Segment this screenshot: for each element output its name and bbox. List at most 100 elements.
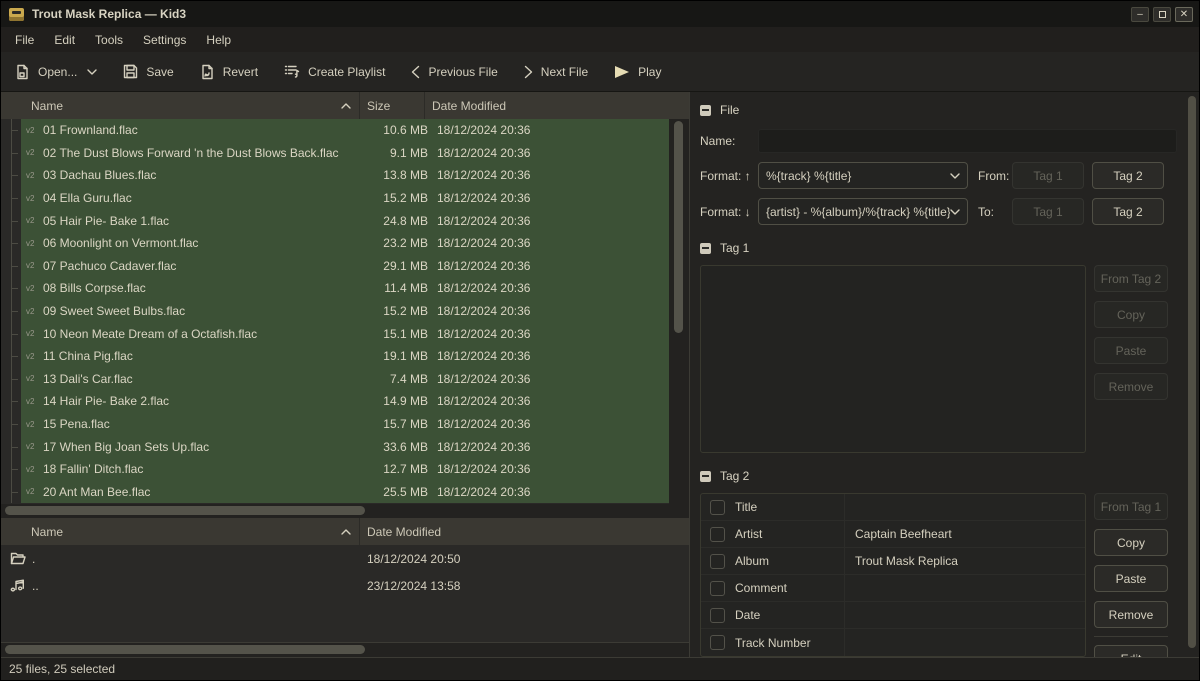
create-playlist-button[interactable]: Create Playlist [284,64,385,79]
tag1-copy-button: Copy [1094,301,1168,328]
file-date: 18/12/2024 20:36 [428,123,669,137]
column-date-label: Date Modified [432,99,506,113]
field-checkbox[interactable] [710,527,725,542]
column-header-date[interactable]: Date Modified [425,92,689,119]
tag2-from-tag-1-button: From Tag 1 [1094,493,1168,520]
file-size: 7.4 MB [368,372,428,386]
table-row[interactable]: v2 04 Ella Guru.flac 15.2 MB 18/12/2024 … [1,187,669,210]
file-name: 07 Pachuco Cadaver.flac [43,259,368,273]
file-date: 18/12/2024 20:36 [428,168,669,182]
file-list-horizontal-scrollbar[interactable] [1,504,689,518]
tag2-paste-button[interactable]: Paste [1094,565,1168,592]
table-row[interactable]: v2 13 Dali's Car.flac 7.4 MB 18/12/2024 … [1,368,669,391]
tag2-section-header[interactable]: Tag 2 [700,468,1177,484]
revert-button[interactable]: Revert [200,64,258,80]
tag-field-row-track-number[interactable]: Track Number [701,629,1085,656]
table-row[interactable]: v2 01 Frownland.flac 10.6 MB 18/12/2024 … [1,119,669,142]
file-date: 18/12/2024 20:36 [428,327,669,341]
format-to-tags-combobox[interactable]: {artist} - %{album}/%{track} %{title} [758,198,968,225]
field-value[interactable]: Captain Beefheart [845,527,1085,541]
table-row[interactable]: v2 03 Dachau Blues.flac 13.8 MB 18/12/20… [1,164,669,187]
tag-field-row-title[interactable]: Title [701,494,1085,521]
table-row[interactable]: v2 09 Sweet Sweet Bulbs.flac 15.2 MB 18/… [1,300,669,323]
tag2-edit-button[interactable]: Edit [1094,645,1168,657]
save-button[interactable]: Save [123,64,173,79]
table-row[interactable]: v2 18 Fallin' Ditch.flac 12.7 MB 18/12/2… [1,458,669,481]
column-header-date[interactable]: Date Modified [360,518,689,545]
sort-ascending-icon [341,103,351,109]
tag-pane-vertical-scrollbar[interactable] [1185,92,1199,657]
table-row[interactable]: v2 17 When Big Joan Sets Up.flac 33.6 MB… [1,435,669,458]
menu-item-tools[interactable]: Tools [85,30,133,50]
table-row[interactable]: v2 02 The Dust Blows Forward 'n the Dust… [1,142,669,165]
menu-item-file[interactable]: File [5,30,44,50]
tree-branch-icon [1,481,21,504]
table-row[interactable]: v2 08 Bills Corpse.flac 11.4 MB 18/12/20… [1,277,669,300]
table-row[interactable]: v2 11 China Pig.flac 19.1 MB 18/12/2024 … [1,345,669,368]
menu-item-settings[interactable]: Settings [133,30,196,50]
file-list-vertical-scrollbar[interactable] [669,119,689,504]
next-file-button[interactable]: Next File [524,65,588,79]
scrollbar-thumb[interactable] [5,506,365,515]
close-button[interactable]: ✕ [1175,7,1193,22]
tag-field-row-album[interactable]: Album Trout Mask Replica [701,548,1085,575]
table-row[interactable]: v2 10 Neon Meate Dream of a Octafish.fla… [1,322,669,345]
column-header-name[interactable]: Name [1,92,359,119]
tag1-section-header[interactable]: Tag 1 [700,240,1177,256]
scrollbar-thumb[interactable] [5,645,365,654]
directory-name: . [32,552,359,566]
table-row[interactable]: v2 05 Hair Pie- Bake 1.flac 24.8 MB 18/1… [1,209,669,232]
filename-input[interactable] [758,129,1177,153]
list-item[interactable]: . 18/12/2024 20:50 [1,545,689,572]
tag-field-row-comment[interactable]: Comment [701,575,1085,602]
table-row[interactable]: v2 15 Pena.flac 15.7 MB 18/12/2024 20:36 [1,413,669,436]
table-row[interactable]: v2 07 Pachuco Cadaver.flac 29.1 MB 18/12… [1,255,669,278]
tag-field-row-date[interactable]: Date [701,602,1085,629]
tag1-from-tag-2-button: From Tag 2 [1094,265,1168,292]
tag2-copy-button[interactable]: Copy [1094,529,1168,556]
tag2-remove-button[interactable]: Remove [1094,601,1168,628]
field-label: Artist [735,527,844,541]
minimize-button[interactable]: – [1131,7,1149,22]
column-header-name[interactable]: Name [1,518,359,545]
field-checkbox[interactable] [710,554,725,569]
collapse-icon[interactable] [700,471,711,482]
maximize-button[interactable] [1153,7,1171,22]
open-button[interactable]: Open... [15,64,97,80]
scrollbar-thumb[interactable] [674,121,683,333]
file-size: 14.9 MB [368,394,428,408]
from-label: From: [968,169,1012,183]
column-header-size[interactable]: Size [360,92,424,119]
chevron-right-icon [524,65,533,79]
filename-to-tag2-button[interactable]: Tag 2 [1092,198,1164,225]
menu-item-help[interactable]: Help [196,30,241,50]
filename-from-tag2-button[interactable]: Tag 2 [1092,162,1164,189]
collapse-icon[interactable] [700,243,711,254]
menubar: File Edit Tools Settings Help [1,27,1199,52]
table-row[interactable]: v2 06 Moonlight on Vermont.flac 23.2 MB … [1,232,669,255]
field-checkbox[interactable] [710,608,725,623]
collapse-icon[interactable] [700,105,711,116]
field-checkbox[interactable] [710,581,725,596]
tag-field-row-artist[interactable]: Artist Captain Beefheart [701,521,1085,548]
menu-item-edit[interactable]: Edit [44,30,85,50]
directory-horizontal-scrollbar[interactable] [1,643,689,657]
table-row[interactable]: v2 14 Hair Pie- Bake 2.flac 14.9 MB 18/1… [1,390,669,413]
tag-version-badge: v2 [21,420,43,429]
field-value[interactable]: Trout Mask Replica [845,554,1085,568]
tag1-fields-table[interactable] [700,265,1086,453]
table-row[interactable]: v2 20 Ant Man Bee.flac 25.5 MB 18/12/202… [1,481,669,504]
play-button[interactable]: Play [614,65,661,79]
chevron-down-icon[interactable] [87,69,97,75]
file-section-header[interactable]: File [700,102,1177,118]
field-checkbox[interactable] [710,500,725,515]
file-name: 08 Bills Corpse.flac [43,281,368,295]
previous-file-button[interactable]: Previous File [411,65,497,79]
column-name-label: Name [31,525,63,539]
scrollbar-thumb[interactable] [1188,96,1196,648]
file-size: 19.1 MB [368,349,428,363]
list-item[interactable]: .. 23/12/2024 13:58 [1,572,689,599]
field-checkbox[interactable] [710,635,725,650]
tag-version-badge: v2 [21,374,43,383]
format-from-tags-combobox[interactable]: %{track} %{title} [758,162,968,189]
